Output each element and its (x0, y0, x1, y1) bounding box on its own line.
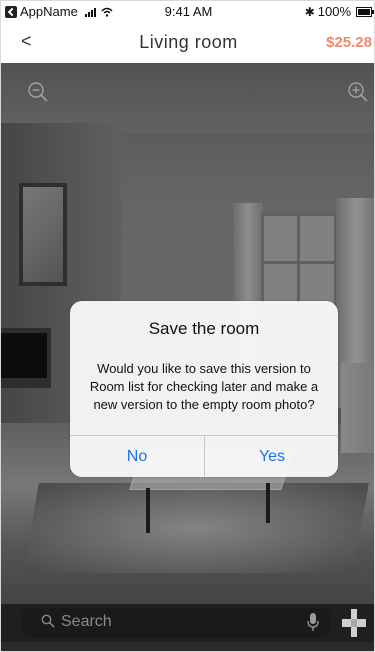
page-title: Living room (139, 32, 238, 52)
search-bar (1, 604, 374, 651)
total-price: $25.28 (326, 34, 372, 51)
save-room-dialog: Save the room Would you like to save thi… (70, 301, 338, 477)
search-input[interactable] (61, 610, 291, 634)
dialog-message: Would you like to save this version to R… (89, 361, 319, 412)
search-icon (41, 614, 55, 628)
dialog-title: Save the room (148, 319, 260, 338)
app-screen: AppName 9:41 AM ✱ 100% < Living room $25… (0, 0, 375, 652)
yes-button[interactable]: Yes (205, 436, 338, 477)
status-right: ✱ 100% (304, 4, 374, 19)
battery-icon (356, 6, 374, 17)
battery-percent: 100% (317, 4, 351, 19)
bluetooth-icon: ✱ (304, 4, 315, 19)
navigation-bar: < Living room $25.28 (1, 23, 374, 64)
move-icon[interactable] (341, 607, 367, 639)
no-button[interactable]: No (70, 436, 204, 477)
microphone-icon[interactable] (306, 612, 320, 632)
bottom-strip (1, 642, 374, 651)
status-bar: AppName 9:41 AM ✱ 100% (1, 1, 374, 23)
